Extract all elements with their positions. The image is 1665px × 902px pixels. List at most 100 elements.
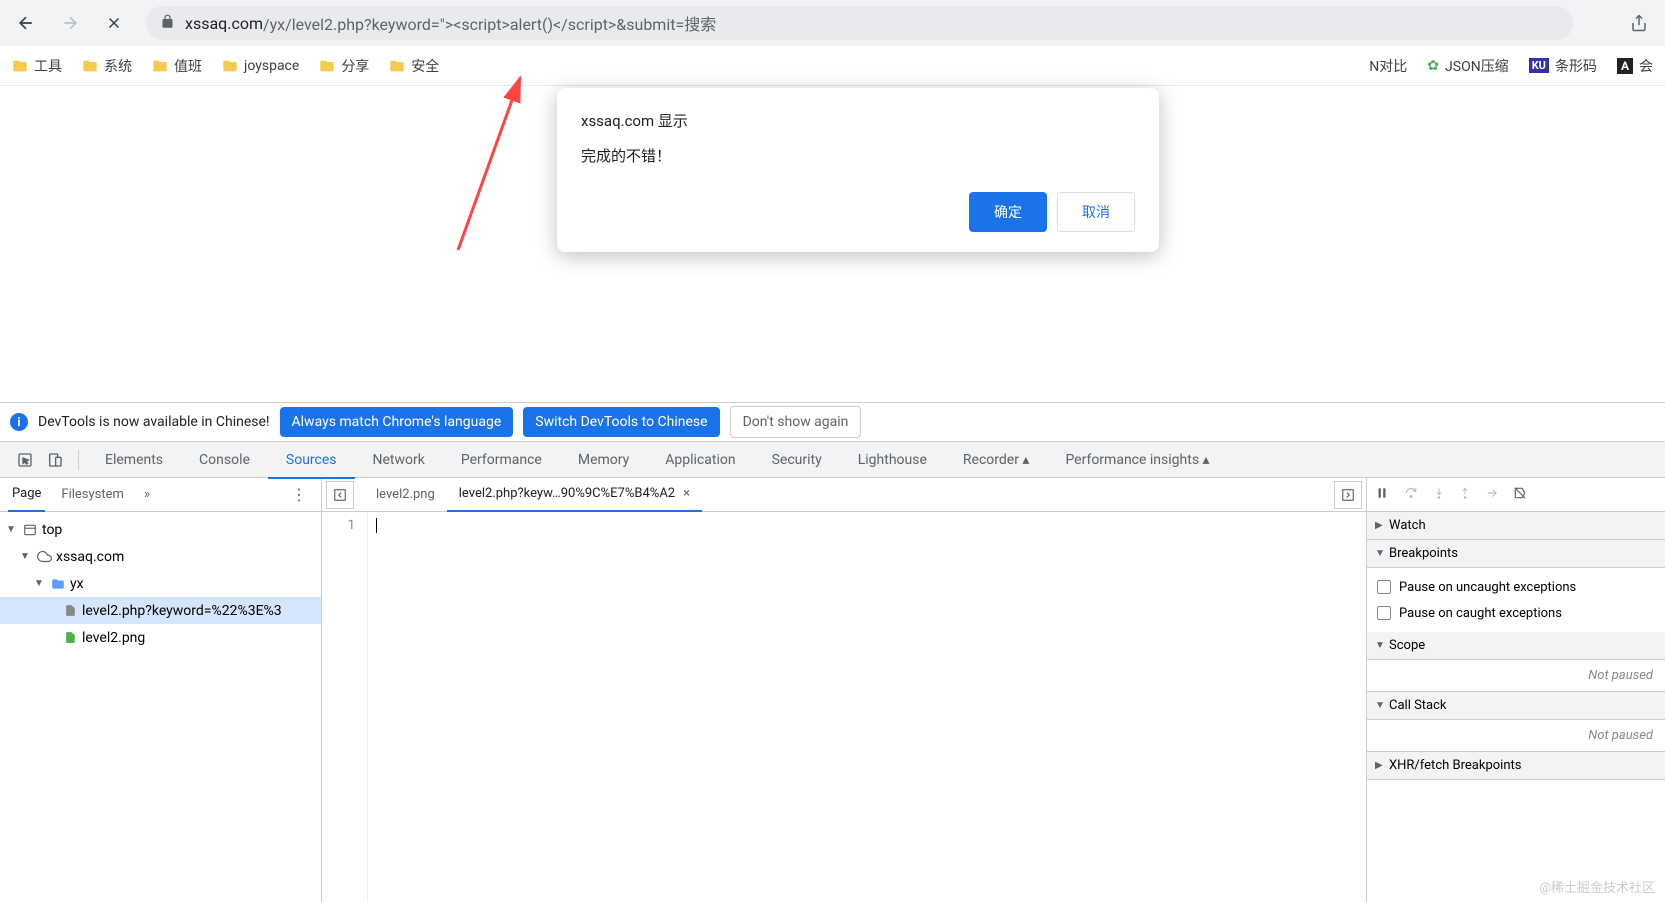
pause-icon[interactable] — [1375, 486, 1389, 504]
checkbox-icon[interactable] — [1377, 606, 1391, 620]
panel-watch[interactable]: ▶Watch — [1367, 512, 1665, 540]
tab-memory[interactable]: Memory — [560, 442, 647, 478]
watermark: @稀土掘金技术社区 — [1539, 877, 1655, 896]
tab-performance[interactable]: Performance — [443, 442, 560, 478]
dont-show-button[interactable]: Don't show again — [730, 406, 862, 438]
dialog-message: 完成的不错！ — [581, 145, 1135, 166]
window-icon — [22, 522, 38, 538]
cloud-icon — [36, 549, 52, 565]
stop-button[interactable] — [96, 5, 132, 41]
step-into-icon[interactable] — [1433, 486, 1445, 504]
dialog-ok-button[interactable]: 确定 — [969, 192, 1047, 232]
devtools-tabs: Elements Console Sources Network Perform… — [0, 442, 1665, 478]
alert-dialog: xssaq.com 显示 完成的不错！ 确定 取消 — [557, 88, 1159, 252]
bookmark-item-1[interactable]: 系统 — [82, 56, 132, 76]
dialog-title: xssaq.com 显示 — [581, 110, 1135, 131]
step-icon[interactable] — [1485, 486, 1499, 504]
tab-security[interactable]: Security — [754, 442, 840, 478]
folder-icon — [82, 58, 98, 74]
folder-icon — [50, 576, 66, 592]
device-toggle-icon[interactable] — [40, 445, 70, 475]
bookmarks-bar: 工具 系统 值班 joyspace 分享 安全 N对比 ✿JSON压缩 KU条形… — [0, 46, 1665, 86]
dialog-cancel-button[interactable]: 取消 — [1057, 192, 1135, 232]
file-tab-php[interactable]: level2.php?keyw…90%9C%E7%B4%A2× — [447, 478, 702, 512]
pause-uncaught-row[interactable]: Pause on uncaught exceptions — [1377, 574, 1655, 600]
url-path: /yx/level2.php?keyword="><script>alert()… — [263, 11, 716, 35]
editor-nav-icon[interactable] — [326, 481, 354, 509]
annotation-arrow — [448, 70, 548, 260]
tab-lighthouse[interactable]: Lighthouse — [840, 442, 945, 478]
lock-icon — [160, 14, 175, 33]
bookmark-item-4[interactable]: 分享 — [319, 56, 369, 76]
tab-console[interactable]: Console — [181, 442, 268, 478]
deactivate-breakpoints-icon[interactable] — [1513, 486, 1527, 504]
tab-recorder[interactable]: Recorder ▴ — [945, 442, 1048, 478]
folder-icon — [389, 58, 405, 74]
sources-editor: level2.png level2.php?keyw…90%9C%E7%B4%A… — [322, 478, 1367, 902]
page-content: xssaq.com 显示 完成的不错！ 确定 取消 — [0, 86, 1665, 402]
folder-icon — [319, 58, 335, 74]
bookmark-compare[interactable]: N对比 — [1369, 56, 1407, 76]
subtab-menu-icon[interactable]: ⋮ — [285, 485, 313, 504]
file-tab-png[interactable]: level2.png — [364, 478, 447, 512]
tab-perf-insights[interactable]: Performance insights ▴ — [1047, 442, 1227, 478]
tree-file-png[interactable]: level2.png — [0, 624, 321, 651]
bookmark-item-3[interactable]: joyspace — [222, 58, 299, 74]
panel-scope[interactable]: ▼Scope — [1367, 632, 1665, 660]
always-match-button[interactable]: Always match Chrome's language — [280, 407, 514, 437]
subtab-page[interactable]: Page — [8, 478, 45, 512]
tab-network[interactable]: Network — [355, 442, 443, 478]
bookmark-json-compress[interactable]: ✿JSON压缩 — [1427, 56, 1508, 76]
debugger-pane: ▶Watch ▼Breakpoints Pause on uncaught ex… — [1367, 478, 1665, 902]
bookmark-barcode[interactable]: KU条形码 — [1529, 56, 1597, 76]
panel-xhr[interactable]: ▶XHR/fetch Breakpoints — [1367, 752, 1665, 780]
bookmark-item-0[interactable]: 工具 — [12, 56, 62, 76]
bookmark-item-2[interactable]: 值班 — [152, 56, 202, 76]
image-file-icon — [62, 630, 78, 646]
tree-top[interactable]: ▼top — [0, 516, 321, 543]
bookmark-meeting[interactable]: A会 — [1617, 56, 1653, 76]
tree-domain[interactable]: ▼xssaq.com — [0, 543, 321, 570]
inspect-icon[interactable] — [10, 445, 40, 475]
tree-folder-yx[interactable]: ▼yx — [0, 570, 321, 597]
banner-text: DevTools is now available in Chinese! — [38, 414, 270, 430]
tab-elements[interactable]: Elements — [87, 442, 181, 478]
devtools-body: Page Filesystem » ⋮ ▼top ▼xssaq.com ▼yx … — [0, 478, 1665, 902]
switch-devtools-button[interactable]: Switch DevTools to Chinese — [523, 407, 719, 437]
ku-icon: KU — [1529, 58, 1549, 73]
back-button[interactable] — [8, 5, 44, 41]
tab-application[interactable]: Application — [647, 442, 753, 478]
share-icon[interactable] — [1621, 5, 1657, 41]
sources-navigator: Page Filesystem » ⋮ ▼top ▼xssaq.com ▼yx … — [0, 478, 322, 902]
step-over-icon[interactable] — [1403, 486, 1419, 504]
subtab-filesystem[interactable]: Filesystem — [57, 478, 128, 512]
url-host: xssaq.com — [185, 14, 263, 33]
code-area[interactable] — [368, 512, 1366, 902]
bookmark-item-5[interactable]: 安全 — [389, 56, 439, 76]
line-gutter: 1 — [322, 512, 368, 902]
a-icon: A — [1617, 58, 1633, 74]
devtools-locale-banner: i DevTools is now available in Chinese! … — [0, 402, 1665, 442]
subtab-more[interactable]: » — [140, 478, 154, 512]
folder-icon — [12, 58, 28, 74]
info-icon: i — [10, 413, 28, 431]
close-icon[interactable]: × — [683, 486, 690, 501]
step-out-icon[interactable] — [1459, 486, 1471, 504]
callstack-not-paused: Not paused — [1367, 720, 1665, 752]
checkbox-icon[interactable] — [1377, 580, 1391, 594]
file-tree: ▼top ▼xssaq.com ▼yx level2.php?keyword=%… — [0, 512, 321, 902]
tab-sources[interactable]: Sources — [268, 442, 355, 478]
tree-file-php[interactable]: level2.php?keyword=%22%3E%3 — [0, 597, 321, 624]
file-icon — [62, 603, 78, 619]
browser-toolbar: xssaq.com/yx/level2.php?keyword="><scrip… — [0, 0, 1665, 46]
panel-call-stack[interactable]: ▼Call Stack — [1367, 692, 1665, 720]
clover-icon: ✿ — [1427, 58, 1439, 74]
forward-button[interactable] — [52, 5, 88, 41]
address-bar[interactable]: xssaq.com/yx/level2.php?keyword="><scrip… — [146, 6, 1573, 40]
editor-toggle-icon[interactable] — [1334, 481, 1362, 509]
pause-caught-row[interactable]: Pause on caught exceptions — [1377, 600, 1655, 626]
folder-icon — [152, 58, 168, 74]
scope-not-paused: Not paused — [1367, 660, 1665, 692]
folder-icon — [222, 58, 238, 74]
panel-breakpoints[interactable]: ▼Breakpoints — [1367, 540, 1665, 568]
